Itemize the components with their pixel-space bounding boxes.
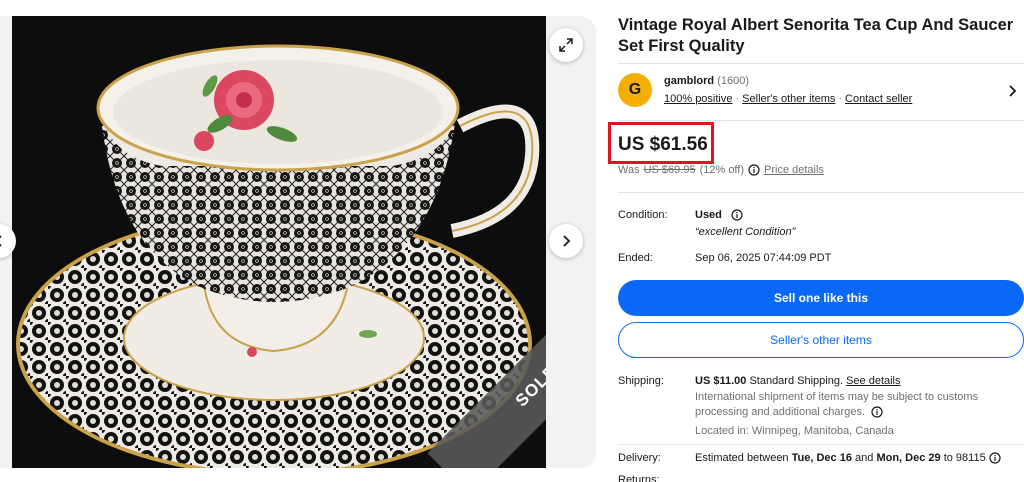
sell-one-like-this-button[interactable]: Sell one like this — [618, 280, 1024, 316]
teacup-illustration — [12, 16, 546, 468]
info-icon[interactable] — [748, 164, 760, 176]
expand-image-button[interactable] — [549, 28, 583, 62]
chevron-right-icon[interactable] — [1006, 84, 1018, 98]
seller-avatar: G — [618, 73, 652, 107]
current-price: US $61.56 — [618, 134, 708, 155]
delivery-label: Delivery: — [618, 452, 661, 464]
listing-title: Vintage Royal Albert Senorita Tea Cup An… — [618, 16, 1014, 55]
returns-label: Returns: — [618, 474, 660, 482]
shipping-note: International shipment of items may be s… — [695, 390, 1015, 420]
product-photo[interactable]: SOLD — [12, 16, 546, 468]
info-icon[interactable] — [989, 452, 1001, 464]
delivery-estimate: Estimated between Tue, Dec 16 and Mon, D… — [695, 452, 1001, 464]
chevron-right-icon — [563, 235, 571, 247]
ended-label: Ended: — [618, 252, 653, 264]
discount-percent: (12% off) — [699, 164, 745, 176]
was-price-line: Was US $69.95 (12% off) Price details — [618, 164, 824, 176]
shipping-details-link[interactable]: See details — [846, 375, 900, 387]
expand-icon — [559, 38, 573, 52]
seller-feedback-count: (1600) — [717, 75, 749, 87]
seller-other-items-link[interactable]: Seller's other items — [742, 93, 835, 105]
delivery-prefix: Estimated between — [695, 452, 789, 464]
info-icon[interactable] — [871, 406, 883, 418]
chevron-left-icon — [0, 235, 2, 247]
delivery-start-date: Tue, Dec 16 — [791, 452, 852, 464]
seller-name[interactable]: gamblord — [664, 75, 714, 87]
delivery-zip: to 98115 — [943, 452, 986, 464]
divider — [618, 192, 1024, 193]
seller-card[interactable]: G gamblord (1600) 100% positive · Seller's… — [618, 63, 1024, 121]
seller-links: 100% positive · Seller's other items · Conta… — [664, 93, 913, 105]
shipping-method: Standard Shipping. — [749, 375, 844, 387]
item-location: Located in: Winnipeg, Manitoba, Canada — [695, 425, 894, 437]
delivery-and: and — [855, 452, 874, 464]
was-label: Was — [618, 164, 640, 176]
next-image-button[interactable] — [549, 224, 583, 258]
shipping-cost: US $11.00 — [695, 375, 747, 387]
contact-seller-link[interactable]: Contact seller — [845, 93, 912, 105]
condition-note: “excellent Condition” — [695, 226, 796, 238]
condition-value-line: Used — [695, 209, 743, 221]
condition-value: Used — [695, 209, 722, 221]
seller-name-line: gamblord (1600) — [664, 75, 749, 87]
shipping-summary: US $11.00 Standard Shipping. See details — [695, 375, 901, 387]
sellers-other-items-button[interactable]: Seller's other items — [618, 322, 1024, 358]
info-icon[interactable] — [731, 209, 743, 221]
divider — [618, 444, 1024, 445]
seller-positive-link[interactable]: 100% positive — [664, 93, 733, 105]
sold-label: SOLD — [511, 360, 546, 411]
listing-details: Vintage Royal Albert Senorita Tea Cup An… — [608, 0, 1024, 482]
ended-value: Sep 06, 2025 07:44:09 PDT — [695, 252, 832, 264]
shipping-note-text: International shipment of items may be s… — [695, 391, 979, 418]
condition-label: Condition: — [618, 209, 668, 221]
delivery-end-date: Mon, Dec 29 — [876, 452, 941, 464]
image-gallery: SOLD — [0, 16, 596, 468]
price-details-link[interactable]: Price details — [764, 164, 824, 176]
was-price: US $69.95 — [643, 164, 696, 176]
shipping-label: Shipping: — [618, 375, 664, 387]
